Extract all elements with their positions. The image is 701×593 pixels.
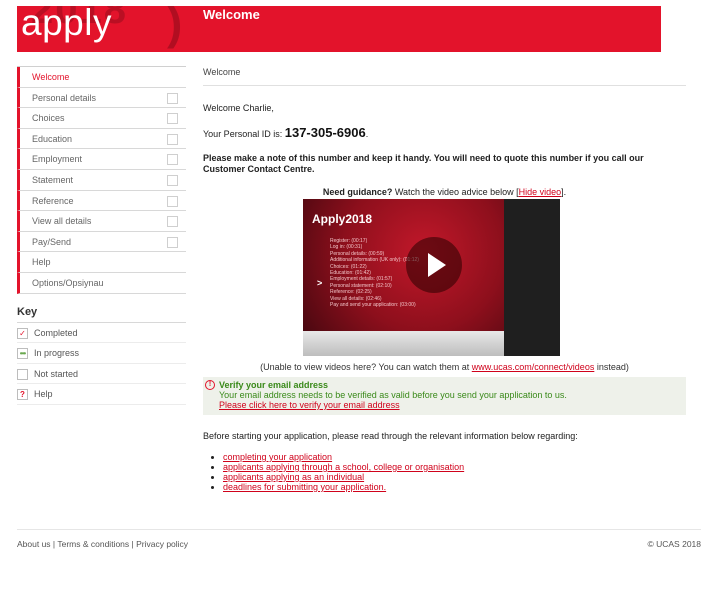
empty-box-icon [17,368,28,380]
sidebar-item-label: Reference [32,195,74,206]
key-item-help: ? Help [17,384,186,405]
list-item: applicants applying through a school, co… [223,462,464,472]
unable-end: instead) [594,362,629,372]
personal-id-line: Your Personal ID is: 137-305-6906. [203,125,368,140]
key-label: In progress [34,348,80,359]
status-checkbox [167,133,178,145]
unable-to-view-text: (Unable to view videos here? You can wat… [203,362,686,372]
deadlines-link[interactable]: deadlines for submitting your applicatio… [223,482,386,492]
logo-brace-decoration: ) [167,6,183,49]
key-item-not-started: Not started [17,364,186,385]
videos-link[interactable]: www.ucas.com/connect/videos [472,362,595,372]
sidebar-item-help[interactable]: Help [17,252,186,273]
video-title: Apply2018 [312,212,373,226]
video-thumbnail: Apply2018 Register: (00:17) Log in: (00:… [303,199,504,331]
sidebar-item-reference[interactable]: Reference [17,190,186,212]
info-links-list: completing your application applicants a… [223,452,464,492]
sidebar-item-education[interactable]: Education [17,128,186,150]
status-checkbox [167,216,178,228]
copyright: © UCAS 2018 [647,539,701,549]
sidebar-item-options[interactable]: Options/Opsiynau [17,272,186,294]
status-checkbox [167,236,178,248]
sidebar-item-welcome[interactable]: Welcome [17,67,186,88]
status-checkbox [167,174,178,186]
status-checkbox [167,154,178,166]
note-text: Please make a note of this number and ke… [203,153,644,174]
sidebar-item-label: Choices [32,113,65,124]
page-title: Welcome [203,7,260,22]
list-item: applicants applying as an individual [223,472,464,482]
verify-email-notice: ! Verify your email address Your email a… [203,377,686,415]
apply-logo[interactable]: apply [21,6,112,44]
about-us-link[interactable]: About us [17,539,51,549]
sidebar-item-view-all-details[interactable]: View all details [17,211,186,232]
status-checkbox [167,92,178,104]
key-label: Completed [34,327,78,338]
sidebar-item-label: Pay/Send [32,236,72,247]
key-title: Key [17,306,186,323]
video-chapter-list: Register: (00:17) Log in: (00:31) Person… [330,238,419,309]
key-label: Not started [34,368,79,379]
breadcrumb: Welcome [203,62,686,86]
main-content: Welcome Welcome Charlie, Your Personal I… [203,62,686,492]
sidebar-item-label: Welcome [32,72,70,82]
school-applicants-link[interactable]: applicants applying through a school, co… [223,462,464,472]
sidebar-item-label: Options/Opsiynau [32,277,104,288]
guidance-bold: Need guidance? [322,187,393,197]
personal-id-label: Your Personal ID is: [203,129,283,139]
sidebar-item-label: Help [32,257,51,268]
list-item: completing your application [223,452,464,462]
sidebar: Welcome Personal details Choices Educati… [17,66,186,405]
chevron-right-icon: > [317,278,323,288]
completing-application-link[interactable]: completing your application [223,452,332,462]
status-checkbox [167,113,178,125]
guidance-text: Watch the video advice below [ [392,187,519,197]
sidebar-item-label: Education [32,133,73,144]
sidebar-item-employment[interactable]: Employment [17,149,186,170]
unable-text: (Unable to view videos here? You can wat… [260,362,472,372]
video-player[interactable]: Apply2018 Register: (00:17) Log in: (00:… [303,199,560,356]
guidance-end: ]. [561,187,567,197]
terms-link[interactable]: Terms & conditions [57,539,129,549]
sidebar-item-statement[interactable]: Statement [17,169,186,191]
sidebar-item-choices[interactable]: Choices [17,108,186,129]
warning-icon: ! [205,380,215,390]
key-item-in-progress: ••• In progress [17,343,186,364]
question-icon: ? [17,389,28,401]
footer: About us | Terms & conditions | Privacy … [17,529,701,549]
sidebar-item-personal-details[interactable]: Personal details [17,87,186,109]
sidebar-item-pay-send[interactable]: Pay/Send [17,231,186,253]
sidebar-item-label: Employment [32,154,83,165]
sidebar-item-label: Statement [32,174,74,185]
video-bottom-bar [303,331,504,356]
privacy-link[interactable]: Privacy policy [136,539,188,549]
before-starting-text: Before starting your application, please… [203,431,578,441]
hide-video-link[interactable]: Hide video [519,187,562,197]
check-icon: ✓ [17,327,28,339]
personal-id-number: 137-305-6906 [284,125,366,140]
dots-icon: ••• [17,348,28,360]
greeting: Welcome Charlie, [203,103,274,113]
status-checkbox [167,195,178,207]
sidebar-item-label: Personal details [32,92,97,103]
guidance-line: Need guidance? Watch the video advice be… [203,187,686,197]
sidebar-item-label: View all details [32,216,92,227]
header-banner: 2018 ) apply Welcome [17,6,661,52]
individual-applicants-link[interactable]: applicants applying as an individual [223,472,364,482]
play-icon[interactable] [406,237,462,293]
personal-id-suffix: . [365,129,369,139]
verify-title: Verify your email address [219,380,329,390]
verify-email-link[interactable]: Please click here to verify your email a… [219,400,686,410]
sidebar-nav: Welcome Personal details Choices Educati… [17,66,186,294]
key-item-completed: ✓ Completed [17,323,186,344]
verify-description: Your email address needs to be verified … [219,390,567,400]
list-item: deadlines for submitting your applicatio… [223,482,464,492]
key-label: Help [34,389,53,400]
